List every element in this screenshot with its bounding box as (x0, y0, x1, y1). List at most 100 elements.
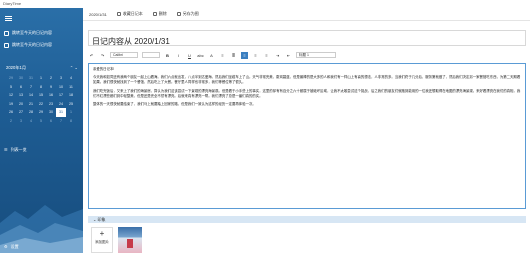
save-image-label: 另存为图 (182, 11, 199, 16)
calendar-day[interactable]: 13 (16, 91, 26, 100)
person-figure (127, 239, 133, 248)
sidebar-item-label: 跳转至今天的日记内容 (12, 42, 52, 47)
add-image-label: 添加图片 (95, 240, 109, 244)
calendar-day[interactable]: 3 (56, 74, 66, 83)
calendar-day[interactable]: 8 (66, 117, 76, 126)
calendar-day[interactable]: 17 (56, 91, 66, 100)
calendar-day[interactable]: 26 (6, 108, 16, 117)
calendar-day[interactable]: 21 (26, 100, 36, 109)
calendar-day[interactable]: 6 (46, 117, 56, 126)
sidebar-item-jump[interactable]: 跳转至今天的日记内容 (4, 42, 52, 48)
calendar-day[interactable]: 27 (16, 108, 26, 117)
entry-title: 日记内容从 2020/1/31 (92, 37, 170, 46)
calendar-day[interactable]: 3 (16, 117, 26, 126)
calendar-day[interactable]: 22 (36, 100, 46, 109)
format-toolbar: ↶ ↷ Calibri B I U abc A ≡ ≣ ≡ ≡ ≡ ⇥ ⇤ 标题… (88, 51, 526, 59)
entry-title-field[interactable]: 日记内容从 2020/1/31 (88, 30, 526, 46)
outdent-icon[interactable]: ⇤ (285, 52, 292, 59)
delete-button[interactable]: 删除 (152, 11, 167, 17)
calendar-day[interactable]: 1 (36, 74, 46, 83)
calendar-day[interactable]: 18 (66, 91, 76, 100)
app-window: DiaryTime 跳转至今天的日记内容 跳转至今天的日记内容 2020年1月 … (0, 0, 530, 253)
calendar-day[interactable]: 30 (46, 108, 56, 117)
sidebar: 跳转至今天的日记内容 跳转至今天的日记内容 2020年1月 ⌃ ⌄ 29 30 31… (0, 8, 83, 253)
calendar-icon (4, 30, 9, 36)
diary-editor[interactable]: 亲爱的日记本! 今天我和如同还有我两个朋友一起上山看海。我们六点就出发，八点半到… (88, 63, 526, 209)
trash-icon (152, 12, 157, 16)
calendar-day[interactable]: 28 (26, 108, 36, 117)
calendar-day[interactable]: 23 (46, 100, 56, 109)
calendar-day[interactable]: 31 (26, 74, 36, 83)
underline-icon[interactable]: U (186, 52, 193, 59)
calendar-day[interactable]: 29 (6, 74, 16, 83)
strikethrough-icon[interactable]: abc (197, 52, 204, 59)
menu-icon[interactable] (5, 16, 12, 21)
sidebar-item-list[interactable]: ☰ 列表一览 (4, 147, 27, 153)
calendar-day[interactable]: 4 (26, 117, 36, 126)
sidebar-item-today[interactable]: 跳转至今天的日记内容 (4, 30, 52, 36)
calendar-icon (4, 42, 9, 48)
star-icon (116, 12, 121, 16)
save-image-button[interactable]: 另存为图 (176, 11, 199, 17)
redo-icon[interactable]: ↷ (99, 52, 106, 59)
calendar-day[interactable]: 6 (16, 83, 26, 92)
paragraph: 我们吃完饭后，又来上了我们的海景房。算认为我们这该尝试一下景观的漂亮海景观。但是… (93, 88, 521, 98)
calendar-day[interactable]: 10 (56, 83, 66, 92)
calendar-day[interactable]: 24 (56, 100, 66, 109)
calendar-day[interactable]: 1 (66, 108, 76, 117)
paragraph: 今天我和如同还有我两个朋友一起上山看海。我们六点就出发，八点半到达爱海。然后我们… (93, 75, 521, 85)
calendar-day[interactable]: 9 (46, 83, 56, 92)
add-image-button[interactable]: + 添加图片 (91, 227, 113, 253)
gear-icon: ⚙ (4, 244, 8, 249)
list-icon: ☰ (4, 147, 8, 152)
font-size-select[interactable] (142, 52, 160, 58)
settings-button[interactable]: ⚙ 设置 (4, 244, 19, 250)
align-left-icon[interactable]: ≡ (241, 51, 248, 59)
align-right-icon[interactable]: ≡ (263, 52, 270, 59)
calendar-day[interactable]: 11 (66, 83, 76, 92)
calendar-day[interactable]: 20 (16, 100, 26, 109)
calendar-day[interactable]: 5 (36, 117, 46, 126)
calendar-day[interactable]: 2 (6, 117, 16, 126)
calendar-day[interactable]: 2 (46, 74, 56, 83)
calendar-day[interactable]: 7 (56, 117, 66, 126)
calendar-day[interactable]: 31 (56, 108, 66, 117)
calendar-nav[interactable]: ⌃ ⌄ (70, 65, 78, 71)
font-select[interactable]: Calibri (110, 52, 138, 58)
calendar-day[interactable]: 5 (6, 83, 16, 92)
font-color-icon[interactable]: A (208, 52, 215, 59)
undo-icon[interactable]: ↶ (88, 52, 95, 59)
mountain-background (0, 205, 83, 253)
top-toolbar: 2020/1/31 收藏日记本 删除 另存为图 (83, 8, 530, 21)
calendar-day[interactable]: 15 (36, 91, 46, 100)
calendar-day[interactable]: 29 (36, 108, 46, 117)
delete-label: 删除 (158, 11, 167, 16)
calendar-month: 2020年1月 (6, 65, 27, 70)
paragraph: 亲爱的日记本! (93, 67, 115, 71)
app-title: DiaryTime (3, 1, 22, 6)
image-thumbnail[interactable] (118, 227, 142, 253)
bold-icon[interactable]: B (164, 52, 171, 59)
images-section-header[interactable]: ⌄ 印象 (88, 216, 526, 223)
calendar-day[interactable]: 4 (66, 74, 76, 83)
favorite-button[interactable]: 收藏日记本 (116, 11, 143, 17)
image-icon (176, 12, 181, 16)
number-list-icon[interactable]: ≣ (230, 52, 237, 59)
style-select[interactable]: 标题 1 (296, 52, 336, 58)
calendar-day[interactable]: 8 (36, 83, 46, 92)
paragraph: 整体的一天很快就要结束了，我们马上就要踏上回家的路，但是我们一致认为这样的经历一… (93, 102, 256, 107)
calendar-day[interactable]: 19 (6, 100, 16, 109)
italic-icon[interactable]: I (175, 52, 182, 59)
calendar-day[interactable]: 16 (46, 91, 56, 100)
images-section-label: 印象 (97, 217, 106, 222)
bullet-list-icon[interactable]: ≡ (219, 52, 226, 59)
favorite-label: 收藏日记本 (122, 11, 143, 16)
main-area: 2020/1/31 收藏日记本 删除 另存为图 日记内容从 2020/1/31 … (83, 8, 530, 253)
indent-icon[interactable]: ⇥ (274, 52, 281, 59)
calendar-day[interactable]: 12 (6, 91, 16, 100)
calendar-day[interactable]: 7 (26, 83, 36, 92)
align-center-icon[interactable]: ≡ (252, 52, 259, 59)
calendar-day[interactable]: 25 (66, 100, 76, 109)
calendar-day[interactable]: 30 (16, 74, 26, 83)
calendar-day[interactable]: 14 (26, 91, 36, 100)
